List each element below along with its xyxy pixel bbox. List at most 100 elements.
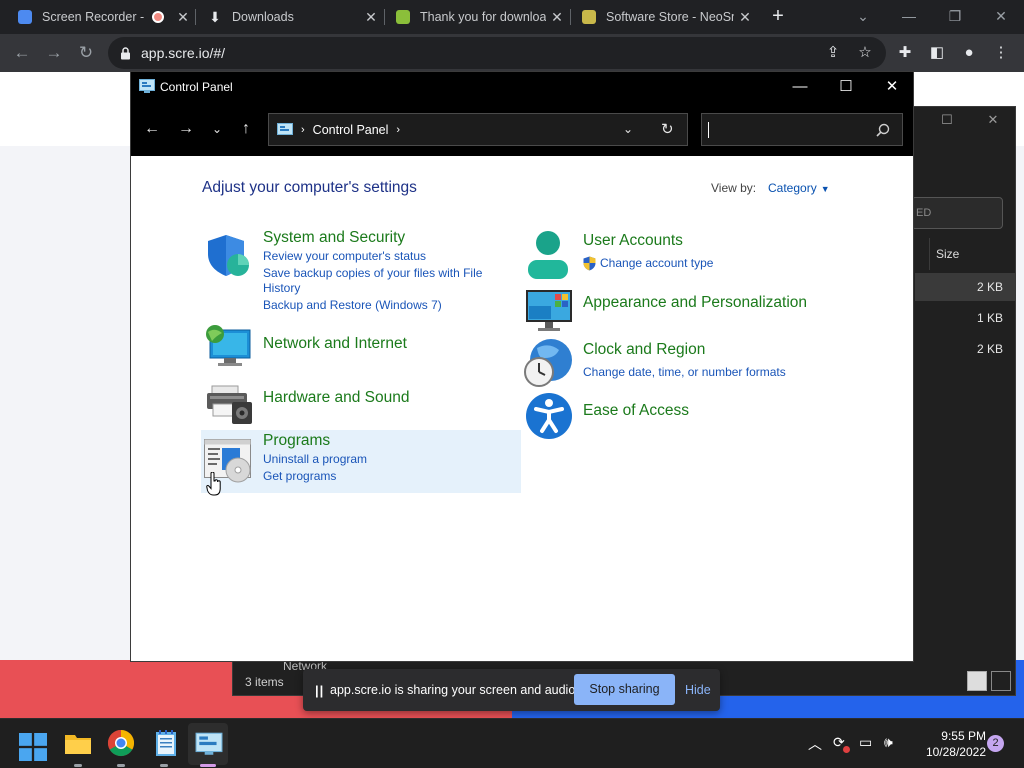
link-save-backup-history[interactable]: History xyxy=(263,281,300,296)
volume-icon[interactable]: 🕪 xyxy=(884,734,893,751)
link-review-status[interactable]: Review your computer's status xyxy=(263,249,426,264)
category-hardware-and-sound[interactable]: Hardware and Sound xyxy=(263,389,410,407)
breadcrumb-chevron-icon[interactable]: › xyxy=(301,124,305,136)
tiles-view-icon[interactable] xyxy=(991,671,1011,691)
share-icon[interactable]: ⇪ xyxy=(823,43,843,63)
file-size: 2 KB xyxy=(976,342,1003,356)
user-accounts-icon[interactable] xyxy=(525,229,571,281)
details-view-icon[interactable] xyxy=(967,671,987,691)
search-input[interactable] xyxy=(701,113,903,146)
up-button[interactable]: ↑ xyxy=(233,116,259,142)
explorer-close-button[interactable]: ✕ xyxy=(973,109,1013,131)
running-indicator xyxy=(74,764,82,767)
explorer-search-input[interactable]: ED xyxy=(911,197,1003,229)
ease-of-access-icon[interactable] xyxy=(525,392,573,440)
control-panel-titlebar[interactable]: Control Panel — ☐ ✕ xyxy=(131,72,913,102)
control-panel-navbar: ← → ⌄ ↑ › Control Panel › ⌄ ↻ xyxy=(131,102,913,156)
url-text: app.scre.io/#/ xyxy=(141,45,226,61)
control-panel-content: Adjust your computer's settings View by:… xyxy=(131,156,913,661)
close-icon[interactable]: ✕ xyxy=(360,9,382,26)
category-clock-and-region[interactable]: Clock and Region xyxy=(583,341,705,359)
show-hidden-icons-chevron-icon[interactable]: ︿ xyxy=(808,734,822,754)
extensions-puzzle-icon[interactable]: ✚ xyxy=(895,43,915,63)
tab-divider xyxy=(384,9,385,25)
clock-globe-icon[interactable] xyxy=(523,338,575,388)
address-bar[interactable]: app.scre.io/#/ xyxy=(108,37,886,69)
printer-speaker-icon[interactable] xyxy=(204,382,254,426)
link-get-programs[interactable]: Get programs xyxy=(263,469,336,484)
control-panel-app-icon xyxy=(139,79,155,93)
link-change-account-type[interactable]: Change account type xyxy=(600,256,713,271)
new-tab-button[interactable]: + xyxy=(766,4,790,28)
network-globe-icon[interactable] xyxy=(204,324,254,370)
forward-button[interactable]: → xyxy=(40,39,68,67)
column-header-size[interactable]: Size xyxy=(929,238,1019,270)
notepad-icon[interactable] xyxy=(152,729,180,757)
side-panel-icon[interactable]: ◧ xyxy=(927,43,947,63)
hide-button[interactable]: Hide xyxy=(685,683,711,697)
refresh-icon[interactable]: ↻ xyxy=(661,120,674,138)
tab-downloads[interactable]: ⬇ Downloads ✕ xyxy=(198,0,382,34)
status-item-count: 3 items xyxy=(245,675,284,689)
recent-locations-chevron-icon[interactable]: ⌄ xyxy=(204,116,230,142)
screen-recorder-favicon-icon xyxy=(18,10,32,24)
close-icon[interactable]: ✕ xyxy=(172,9,194,26)
link-backup-restore[interactable]: Backup and Restore (Windows 7) xyxy=(263,298,442,313)
breadcrumb-control-panel[interactable]: Control Panel xyxy=(313,123,389,137)
category-appearance-and-personalization[interactable]: Appearance and Personalization xyxy=(583,294,807,312)
close-icon[interactable]: ✕ xyxy=(546,9,568,26)
address-dropdown-icon[interactable]: ⌄ xyxy=(623,122,633,136)
category-user-accounts[interactable]: User Accounts xyxy=(583,232,683,250)
tab-screen-recorder[interactable]: Screen Recorder - ✕ xyxy=(8,0,194,34)
close-window-button[interactable]: ✕ xyxy=(978,2,1024,30)
reload-button[interactable]: ↻ xyxy=(72,39,100,67)
link-uninstall-program[interactable]: Uninstall a program xyxy=(263,452,367,467)
close-button[interactable]: ✕ xyxy=(869,72,913,102)
minimize-button[interactable]: — xyxy=(777,72,823,102)
windows-start-icon[interactable] xyxy=(19,733,47,761)
tab-software-store[interactable]: Software Store - NeoSm ✕ xyxy=(572,0,756,34)
category-ease-of-access[interactable]: Ease of Access xyxy=(583,402,689,420)
close-icon[interactable]: ✕ xyxy=(734,9,756,26)
category-network-and-internet[interactable]: Network and Internet xyxy=(263,335,407,353)
search-icon[interactable] xyxy=(876,123,890,137)
notification-badge[interactable]: 2 xyxy=(987,735,1004,752)
view-by-label: View by: xyxy=(711,181,757,195)
network-monitor-icon[interactable]: ▭ xyxy=(859,734,872,751)
text-caret xyxy=(708,122,709,138)
breadcrumb-chevron-icon[interactable]: › xyxy=(396,124,400,136)
restore-button[interactable]: ❐ xyxy=(932,2,978,30)
system-clock[interactable]: 9:55 PM 10/28/2022 xyxy=(906,728,986,760)
minimize-button[interactable]: — xyxy=(886,2,932,30)
sync-alert-badge xyxy=(843,746,850,753)
maximize-button[interactable]: ☐ xyxy=(823,72,869,102)
file-explorer-icon[interactable] xyxy=(64,729,92,757)
appearance-monitor-icon[interactable] xyxy=(525,288,573,332)
view-by-dropdown[interactable]: Category ▼ xyxy=(768,181,830,195)
profile-avatar-icon[interactable]: ● xyxy=(959,43,979,63)
browser-toolbar: ← → ↻ app.scre.io/#/ ⇪ ☆ ✚ ◧ ● ⋮ xyxy=(0,34,1024,72)
shield-security-icon[interactable] xyxy=(206,234,252,278)
download-icon: ⬇ xyxy=(209,9,221,25)
tab-thank-you[interactable]: Thank you for downloa ✕ xyxy=(386,0,568,34)
explorer-maximize-button[interactable]: ☐ xyxy=(927,109,967,131)
running-indicator xyxy=(117,764,125,767)
category-system-and-security[interactable]: System and Security xyxy=(263,229,405,247)
file-size: 2 KB xyxy=(976,280,1003,294)
browser-tab-bar: Screen Recorder - ✕ ⬇ Downloads ✕ Thank … xyxy=(0,0,1024,34)
address-bar[interactable]: › Control Panel › ⌄ ↻ xyxy=(268,113,688,146)
forward-button[interactable]: → xyxy=(173,116,199,142)
back-button[interactable]: ← xyxy=(8,39,36,67)
link-save-backup[interactable]: Save backup copies of your files with Fi… xyxy=(263,266,482,281)
tab-divider xyxy=(570,9,571,25)
bookmark-star-icon[interactable]: ☆ xyxy=(855,43,875,63)
stop-sharing-button[interactable]: Stop sharing xyxy=(574,674,675,705)
recording-indicator-icon xyxy=(152,11,164,23)
chrome-icon[interactable] xyxy=(107,729,135,757)
control-panel-taskbar-icon[interactable] xyxy=(195,730,223,758)
menu-kebab-icon[interactable]: ⋮ xyxy=(991,43,1011,63)
link-change-date-time[interactable]: Change date, time, or number formats xyxy=(583,365,786,380)
category-programs[interactable]: Programs xyxy=(263,432,330,450)
tab-search-chevron-icon[interactable]: ⌄ xyxy=(840,2,886,30)
back-button[interactable]: ← xyxy=(139,116,165,142)
